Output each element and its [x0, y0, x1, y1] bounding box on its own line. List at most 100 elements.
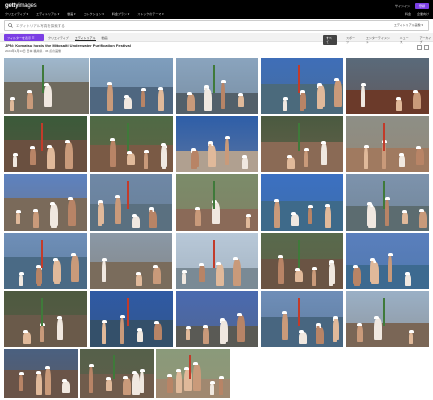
search-icon[interactable] — [8, 23, 13, 28]
photo-headband — [122, 376, 128, 379]
image-thumbnail[interactable] — [176, 116, 258, 172]
photo-figure — [221, 82, 225, 109]
grid-view-icon[interactable] — [417, 45, 422, 50]
photo-figure — [62, 381, 70, 393]
nav-item-pricing[interactable]: 料金プラン ▾ — [112, 12, 129, 16]
signup-button[interactable]: 登録 — [414, 3, 429, 9]
image-thumbnail[interactable] — [90, 58, 173, 114]
nav-item-stock-themes[interactable]: ストックのテーマ ▾ — [137, 12, 163, 16]
image-thumbnail[interactable] — [4, 349, 78, 398]
pricing-link[interactable]: 料金 — [405, 12, 411, 16]
photo-headband — [9, 97, 15, 100]
image-thumbnail[interactable] — [176, 233, 258, 289]
image-thumbnail[interactable] — [90, 116, 173, 172]
view-toggle — [417, 45, 429, 50]
photo-headband — [139, 369, 145, 372]
image-thumbnail[interactable] — [90, 233, 172, 289]
tab-editorial[interactable]: エディトリアル — [74, 36, 96, 41]
image-thumbnail[interactable] — [176, 174, 258, 231]
show-filters-button[interactable]: フィルターを表示 ☰ — [4, 34, 44, 41]
tab-video[interactable]: 動画 — [102, 36, 108, 41]
photo-headband — [131, 214, 137, 217]
nav-item-video[interactable]: 動画 ▾ — [67, 12, 75, 16]
photo-figure — [53, 260, 61, 282]
photo-headband — [299, 90, 305, 93]
photo-figure — [33, 211, 39, 228]
photo-headband — [186, 92, 192, 95]
image-thumbnail[interactable] — [346, 174, 429, 231]
image-thumbnail[interactable] — [4, 291, 87, 347]
photo-headband — [352, 265, 358, 268]
image-thumbnail[interactable] — [346, 233, 429, 289]
photo-sky — [346, 58, 429, 90]
photo-figure — [334, 80, 342, 107]
photo-shrine-pole — [189, 354, 192, 380]
search-bar: エディトリアル画像 ▾ — [4, 20, 429, 31]
image-thumbnail[interactable] — [156, 349, 230, 398]
image-thumbnail[interactable] — [176, 58, 258, 114]
photo-sky — [90, 174, 172, 204]
photo-headband — [236, 313, 242, 316]
photo-headband — [126, 151, 132, 154]
photo-headband — [157, 87, 163, 90]
image-thumbnail[interactable] — [346, 291, 429, 347]
image-thumbnail[interactable] — [261, 116, 343, 172]
image-thumbnail[interactable] — [4, 58, 89, 114]
enterprise-link[interactable]: 企業向け — [417, 12, 429, 16]
nav-item-creative[interactable]: クリエイティブ ▾ — [5, 12, 28, 16]
photo-headband — [369, 258, 375, 261]
photo-headband — [398, 153, 404, 156]
image-thumbnail[interactable] — [4, 116, 87, 172]
tab-creative[interactable]: クリエイティブ — [48, 36, 69, 41]
top-navigation-bar: gettyimages クリエイティブ ▾ エディトリアル ▾ 動画 ▾ コレク… — [0, 0, 433, 19]
photo-figure — [274, 201, 280, 228]
photo-figure — [299, 332, 307, 344]
photo-headband — [46, 145, 52, 148]
photo-figure — [300, 92, 306, 109]
photo-figure — [195, 209, 201, 226]
tab-entertainment[interactable]: エンターテイメント — [366, 36, 391, 44]
photo-sky — [346, 291, 429, 323]
image-thumbnail[interactable] — [4, 174, 87, 231]
mosaic-view-icon[interactable] — [424, 45, 429, 50]
photo-headband — [109, 138, 115, 141]
photo-figure — [233, 259, 241, 286]
image-thumbnail[interactable] — [4, 233, 87, 289]
image-thumbnail[interactable] — [90, 291, 173, 347]
event-info: JPN: Komatsu hosts the Mitosaiti Underwa… — [5, 43, 305, 53]
nav-item-collections[interactable]: コレクション ▾ — [84, 12, 104, 16]
photo-headband — [363, 145, 369, 148]
photo-figure — [329, 262, 335, 284]
search-scope-dropdown[interactable]: エディトリアル画像 ▾ — [394, 23, 423, 27]
photo-figure — [120, 317, 124, 344]
image-thumbnail[interactable] — [261, 291, 343, 347]
image-thumbnail[interactable] — [261, 58, 343, 114]
image-thumbnail[interactable] — [261, 174, 343, 231]
nav-item-editorial[interactable]: エディトリアル ▾ — [36, 12, 59, 16]
tab-archive[interactable]: アーカイブ — [419, 36, 433, 44]
image-thumbnail[interactable] — [346, 58, 429, 114]
photo-headband — [119, 315, 125, 318]
image-thumbnail[interactable] — [346, 116, 429, 172]
photo-figure — [295, 270, 303, 282]
photo-sky — [4, 349, 78, 370]
search-input[interactable] — [16, 23, 266, 29]
photo-figure — [282, 313, 288, 340]
photo-sky — [4, 116, 87, 140]
tab-news[interactable]: ニュース — [400, 36, 411, 44]
photo-figure — [321, 143, 327, 165]
image-thumbnail[interactable] — [90, 174, 172, 231]
image-thumbnail[interactable] — [176, 291, 258, 347]
getty-images-logo[interactable]: gettyimages — [5, 3, 37, 9]
image-thumbnail[interactable] — [80, 349, 154, 398]
photo-figure — [216, 264, 224, 286]
signin-link[interactable]: サインイン — [395, 4, 410, 8]
tab-all[interactable]: すべて — [323, 35, 337, 45]
image-thumbnail[interactable] — [261, 233, 343, 289]
photo-figure — [208, 143, 212, 165]
photo-figure — [102, 260, 106, 282]
photo-figure — [36, 373, 42, 395]
tab-sports[interactable]: スポーツ — [346, 36, 357, 44]
page-title: JPN: Komatsu hosts the Mitosaiti Underwa… — [5, 43, 131, 48]
photo-headband — [281, 311, 287, 314]
